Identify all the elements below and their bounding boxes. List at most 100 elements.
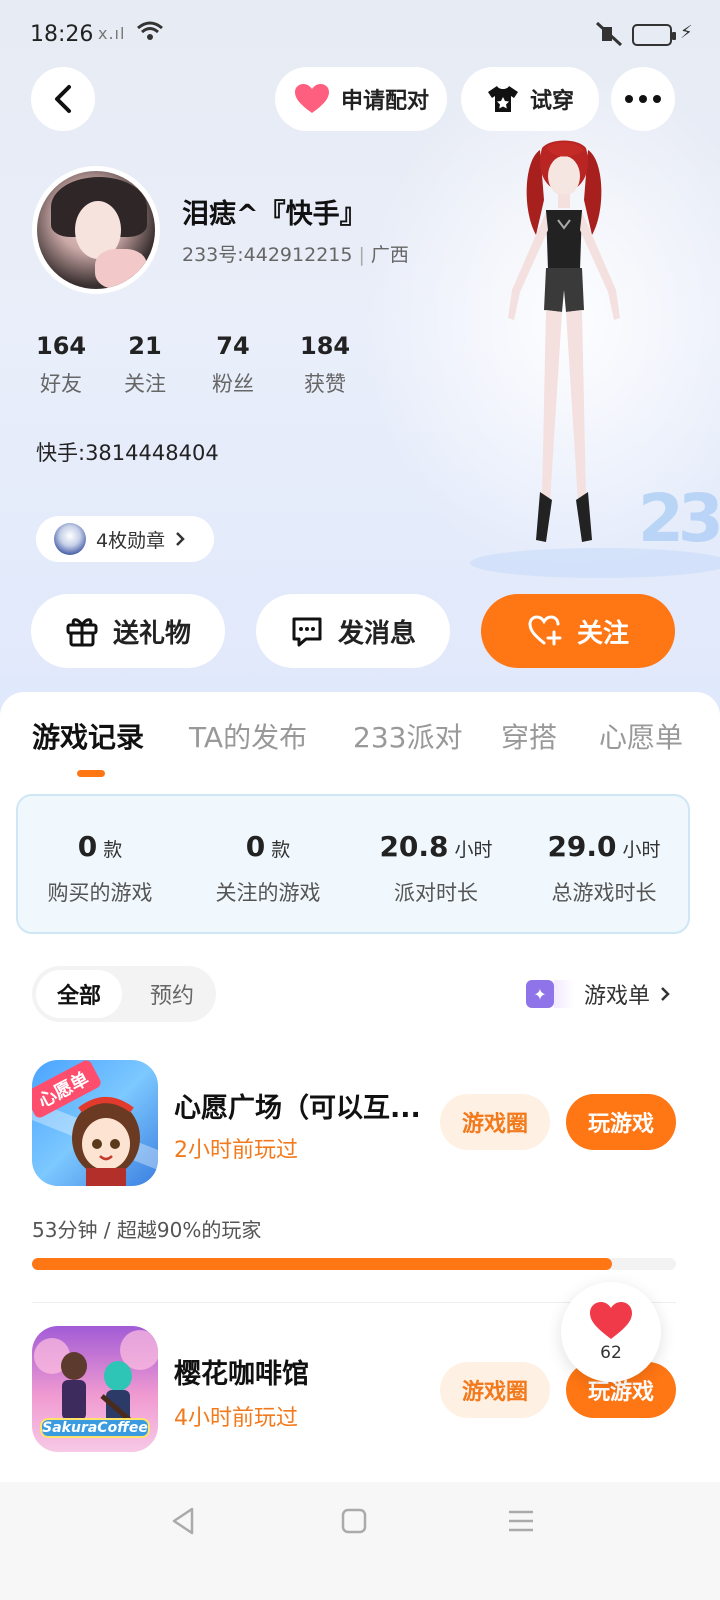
user-bio: 快手:3814448404 bbox=[36, 441, 219, 465]
stat-friends[interactable]: 164 好友 bbox=[36, 332, 86, 398]
user-avatar[interactable] bbox=[32, 166, 160, 294]
summary-value: 20.8 bbox=[379, 830, 449, 863]
game-icon-sakura-coffee[interactable]: SakuraCoffee bbox=[32, 1326, 158, 1452]
play-progress-text: 53分钟 / 超越90%的玩家 bbox=[32, 1218, 262, 1242]
id-separator: | bbox=[358, 244, 365, 266]
game-circle-button[interactable]: 游戏圈 bbox=[440, 1362, 550, 1418]
play-game-button[interactable]: 玩游戏 bbox=[566, 1094, 676, 1150]
stat-following[interactable]: 21 关注 bbox=[124, 332, 166, 398]
sakura-coffee-logo: SakuraCoffee bbox=[40, 1418, 150, 1438]
back-button[interactable] bbox=[31, 67, 95, 131]
active-tab-indicator bbox=[77, 770, 105, 777]
sparkle-icon: ✦ bbox=[526, 980, 554, 1008]
like-count: 62 bbox=[600, 1343, 622, 1363]
3d-avatar-figure[interactable] bbox=[484, 140, 644, 550]
filter-reserve[interactable]: 预约 bbox=[132, 970, 212, 1018]
summary-value: 0 bbox=[77, 830, 98, 863]
tab-wishlist[interactable]: 心愿单 bbox=[599, 716, 683, 756]
game-filter-segment: 全部 预约 bbox=[32, 966, 216, 1022]
status-time: 18:26 bbox=[30, 22, 94, 47]
summary-purchased[interactable]: 0款 购买的游戏 bbox=[30, 830, 170, 907]
more-dots-icon bbox=[625, 95, 661, 103]
game-icon-wish-square[interactable]: 心愿单 bbox=[32, 1060, 158, 1186]
signal-icon: x.ıl bbox=[98, 24, 126, 43]
send-message-label: 发消息 bbox=[337, 618, 416, 649]
nav-menu-icon[interactable] bbox=[508, 1506, 534, 1536]
game-circle-button[interactable]: 游戏圈 bbox=[440, 1094, 550, 1150]
send-gift-label: 送礼物 bbox=[112, 618, 191, 649]
stat-label: 关注 bbox=[124, 372, 166, 396]
stat-value: 164 bbox=[36, 332, 87, 360]
game-list-label: 游戏单 bbox=[584, 984, 651, 1009]
summary-unit: 小时 bbox=[454, 839, 493, 861]
user-id: 233号:442912215 bbox=[182, 244, 353, 266]
follow-button[interactable]: 关注 bbox=[481, 594, 675, 668]
request-pair-label: 申请配对 bbox=[340, 89, 429, 114]
summary-unit: 款 bbox=[271, 839, 291, 861]
mute-icon bbox=[594, 21, 624, 53]
stat-fans[interactable]: 74 粉丝 bbox=[212, 332, 254, 398]
nav-back-icon[interactable] bbox=[170, 1506, 196, 1536]
game-name[interactable]: 樱花咖啡馆 bbox=[174, 1352, 309, 1391]
stat-label: 好友 bbox=[40, 372, 83, 396]
floating-like-button[interactable]: 62 bbox=[561, 1282, 661, 1382]
follow-label: 关注 bbox=[576, 618, 629, 649]
stat-value: 74 bbox=[216, 332, 250, 360]
game-name[interactable]: 心愿广场（可以互... bbox=[174, 1086, 421, 1125]
fade-decoration bbox=[554, 980, 574, 1008]
gift-icon bbox=[66, 618, 98, 647]
medal-icon bbox=[54, 523, 86, 555]
medals-label: 4枚勋章 bbox=[96, 529, 166, 552]
game-last-played: 4小时前玩过 bbox=[174, 1406, 298, 1431]
heart-plus-icon bbox=[528, 615, 562, 646]
chat-bubble-icon bbox=[292, 617, 322, 647]
chevron-right-icon bbox=[176, 532, 185, 546]
user-region: 广西 bbox=[370, 244, 409, 266]
chevron-left-icon bbox=[55, 85, 71, 113]
summary-value: 0 bbox=[245, 830, 266, 863]
system-navigation-bar bbox=[0, 1482, 720, 1600]
summary-unit: 小时 bbox=[622, 839, 661, 861]
stat-likes[interactable]: 184 获赞 bbox=[300, 332, 350, 398]
summary-followed-games[interactable]: 0款 关注的游戏 bbox=[198, 830, 338, 907]
medals-button[interactable]: 4枚勋章 bbox=[36, 516, 214, 562]
heart-icon bbox=[294, 84, 329, 113]
summary-unit: 款 bbox=[103, 839, 123, 861]
233-watermark: 233 bbox=[638, 480, 720, 557]
try-on-label: 试穿 bbox=[529, 89, 574, 114]
username: 泪痣^『快手』 bbox=[182, 199, 367, 230]
wifi-icon bbox=[136, 20, 164, 48]
try-on-button[interactable]: 试穿 bbox=[461, 67, 599, 131]
stat-label: 获赞 bbox=[304, 372, 347, 396]
tab-233-party[interactable]: 233派对 bbox=[353, 716, 462, 756]
tab-game-records[interactable]: 游戏记录 bbox=[32, 716, 144, 756]
tab-posts[interactable]: TA的发布 bbox=[189, 716, 307, 756]
filter-all[interactable]: 全部 bbox=[36, 970, 122, 1018]
game-list-link[interactable]: ✦ 游戏单 bbox=[526, 978, 670, 1010]
summary-party-hours: 20.8 小时 派对时长 bbox=[366, 830, 506, 907]
summary-total-hours: 29.0 小时 总游戏时长 bbox=[534, 830, 674, 907]
game-last-played: 2小时前玩过 bbox=[174, 1138, 298, 1163]
stat-value: 184 bbox=[300, 332, 351, 360]
request-pair-button[interactable]: 申请配对 bbox=[275, 67, 447, 131]
stat-value: 21 bbox=[128, 332, 162, 360]
battery-icon bbox=[632, 24, 676, 46]
more-options-button[interactable] bbox=[611, 67, 675, 131]
stat-label: 粉丝 bbox=[212, 372, 254, 396]
charging-icon: ⚡ bbox=[680, 22, 693, 43]
summary-value: 29.0 bbox=[547, 830, 617, 863]
summary-label: 派对时长 bbox=[394, 881, 478, 905]
send-message-button[interactable]: 发消息 bbox=[256, 594, 450, 668]
user-id-line: 233号:442912215 | 广西 bbox=[182, 240, 409, 267]
play-progress-track bbox=[32, 1258, 676, 1270]
tab-outfits[interactable]: 穿搭 bbox=[501, 716, 557, 756]
chevron-right-icon bbox=[661, 987, 670, 1001]
summary-label: 购买的游戏 bbox=[47, 881, 153, 905]
heart-icon bbox=[590, 1302, 632, 1339]
send-gift-button[interactable]: 送礼物 bbox=[31, 594, 225, 668]
status-bar: 18:26 x.ıl ⚡ bbox=[0, 0, 720, 70]
nav-home-icon[interactable] bbox=[341, 1506, 367, 1536]
summary-label: 总游戏时长 bbox=[551, 881, 657, 905]
tshirt-icon bbox=[487, 86, 518, 112]
summary-label: 关注的游戏 bbox=[215, 881, 321, 905]
